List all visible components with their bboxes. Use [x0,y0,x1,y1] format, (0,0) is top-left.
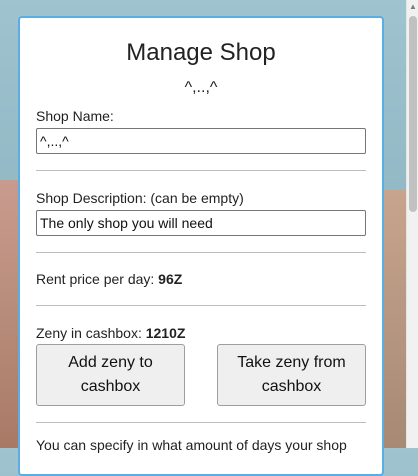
cashbox-label: Zeny in cashbox: [36,325,146,341]
manage-shop-panel: Manage Shop ^,..,^ Shop Name: Shop Descr… [18,16,384,476]
shop-name-label: Shop Name: [36,108,114,124]
cashbox-buttons: Add zeny to cashbox Take zeny from cashb… [36,344,366,406]
cashbox-row: Zeny in cashbox: 1210Z [36,324,366,342]
scrollbar[interactable]: ▲ [406,0,418,448]
rent-price-value: 96Z [158,271,183,287]
shop-name-input[interactable] [36,128,366,154]
take-zeny-button[interactable]: Take zeny from cashbox [217,344,366,406]
rent-price-row: Rent price per day: 96Z [36,270,366,288]
page-title: Manage Shop [126,39,276,66]
rent-days-description: You can specify in what amount of days y… [36,437,347,453]
scroll-up-arrow-icon[interactable]: ▲ [407,0,418,14]
cashbox-value: 1210Z [145,325,186,341]
add-zeny-button[interactable]: Add zeny to cashbox [36,344,185,406]
scrollbar-thumb[interactable] [409,16,417,212]
shop-description-label: Shop Description: (can be empty) [36,190,244,206]
shop-description-input[interactable] [36,210,366,236]
rent-price-label: Rent price per day: [36,271,159,287]
shop-name-display: ^,..,^ [184,79,218,96]
